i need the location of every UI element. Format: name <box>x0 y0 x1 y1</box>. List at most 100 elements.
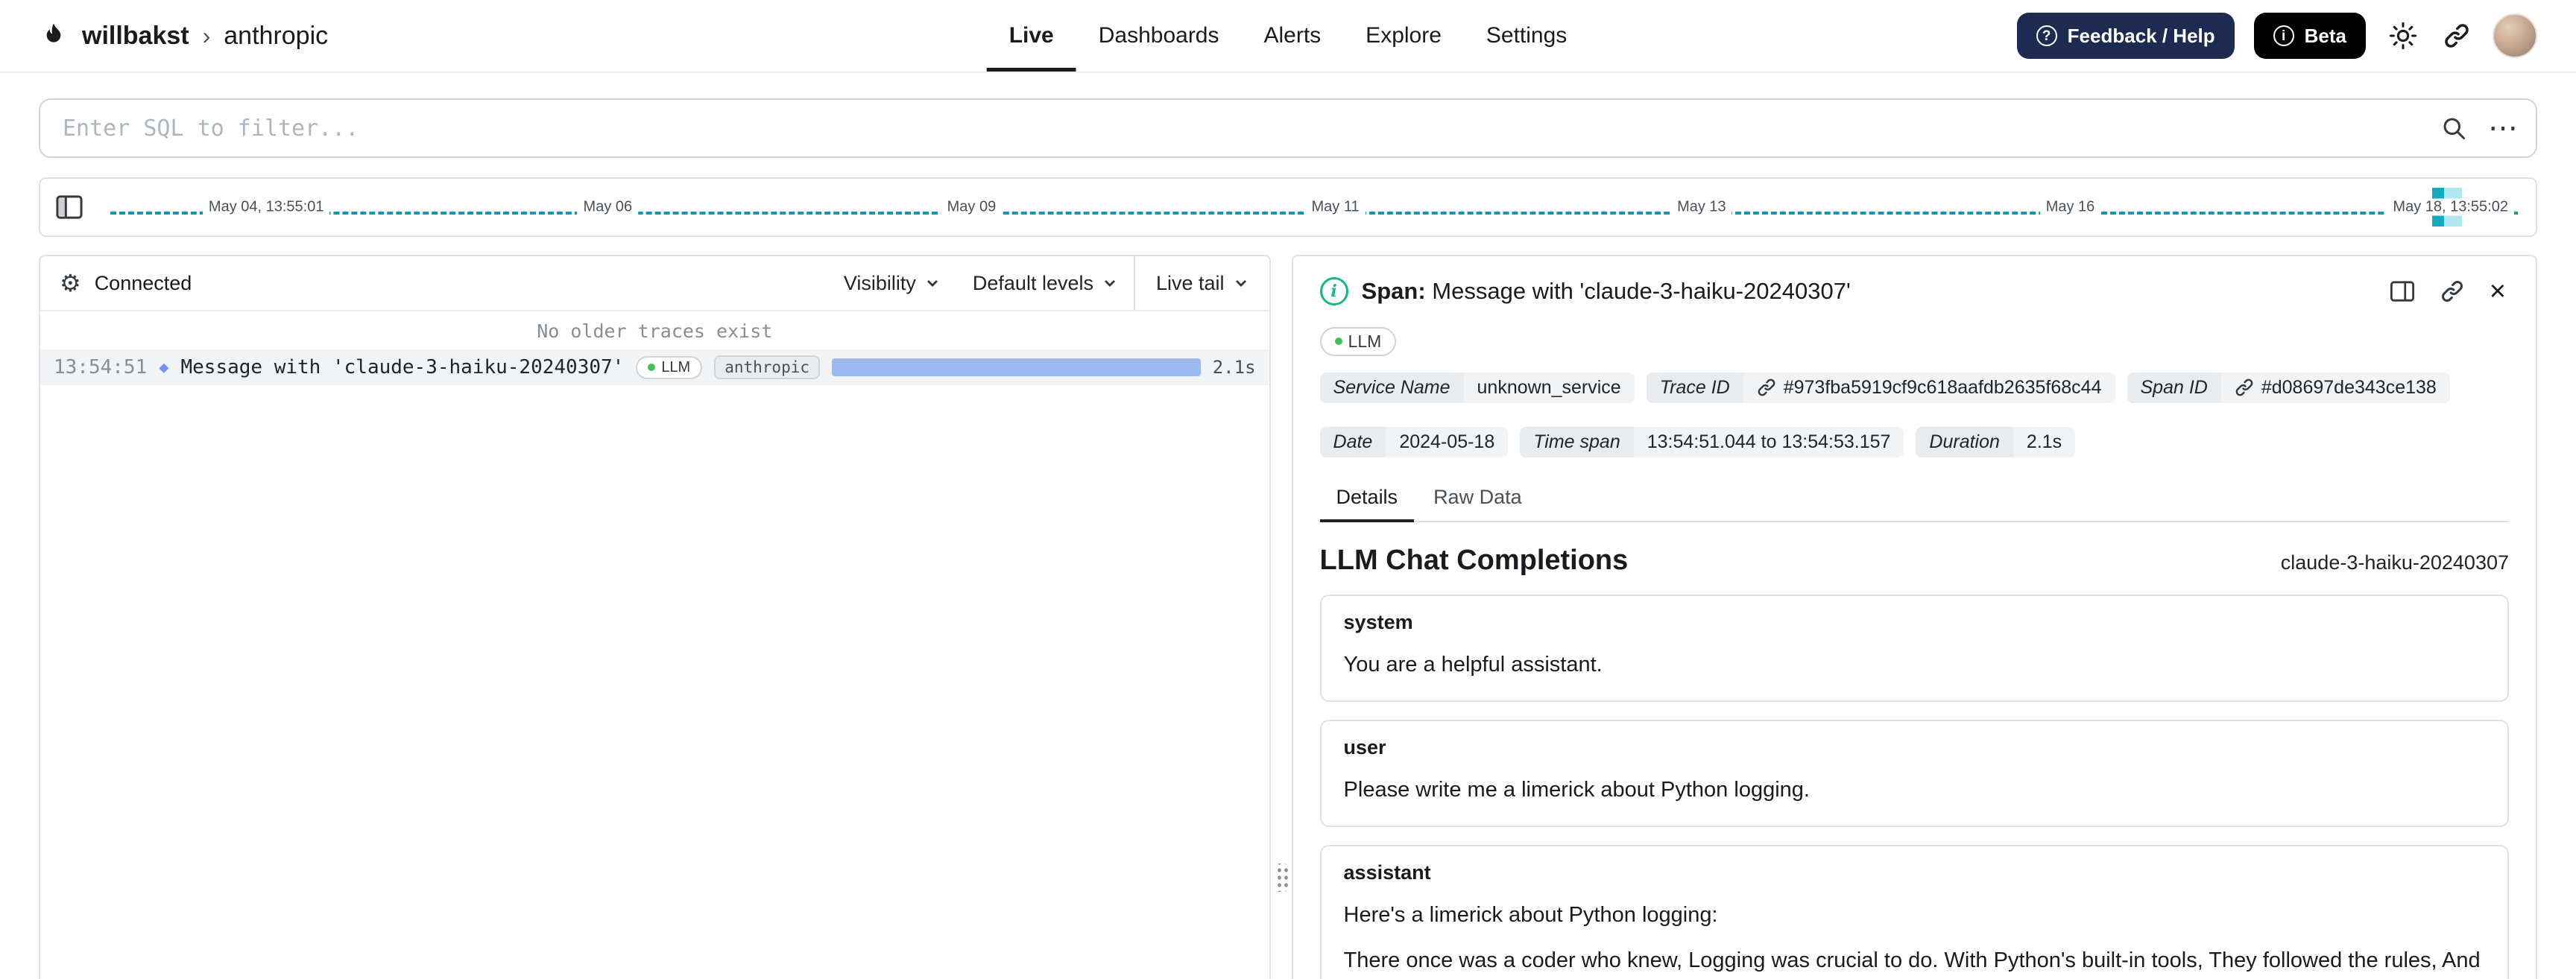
search-submit-button[interactable] <box>2437 112 2470 145</box>
breadcrumb-org[interactable]: willbakst <box>82 22 189 51</box>
timeline-tick: May 13 <box>1671 198 1732 216</box>
timeline-tick: May 11 <box>1305 198 1366 216</box>
nav-item-dashboards[interactable]: Dashboards <box>1076 0 1242 72</box>
live-tail-label: Live tail <box>1155 271 1225 294</box>
timeline-tick: May 06 <box>577 198 639 216</box>
nav-item-live[interactable]: Live <box>987 0 1076 72</box>
span-properties: Service Name unknown_service Trace ID #9… <box>1319 372 2509 457</box>
beta-label: Beta <box>2304 24 2346 47</box>
green-dot-icon <box>648 364 656 371</box>
message-role: assistant <box>1343 861 1431 884</box>
panel-columns-icon <box>2390 281 2414 302</box>
search-actions: ⋯ <box>2437 98 2522 158</box>
visibility-dropdown[interactable]: Visibility <box>827 256 956 310</box>
llm-badge: LLM <box>1319 326 1397 356</box>
span-title-text: Message with 'claude-3-haiku-20240307' <box>1432 278 1851 304</box>
feedback-help-label: Feedback / Help <box>2067 24 2215 47</box>
chevron-down-icon <box>1235 280 1246 287</box>
ellipsis-icon: ⋯ <box>2488 112 2519 145</box>
gear-icon[interactable]: ⚙ <box>60 271 81 295</box>
top-bar-actions: ? Feedback / Help i Beta <box>2016 13 2537 59</box>
message-card-user: user Please write me a limerick about Py… <box>1319 719 2509 827</box>
user-avatar[interactable] <box>2493 13 2537 58</box>
trace-id-value: #973fba5919cf9c618aafdb2635f68c44 <box>1783 376 2102 398</box>
search-bar: ⋯ <box>39 98 2537 158</box>
breadcrumb: willbakst › anthropic <box>39 21 328 51</box>
link-icon <box>2441 281 2463 302</box>
provider-badge: anthropic <box>714 355 821 379</box>
close-panel-button[interactable]: × <box>2487 274 2509 308</box>
trace-timestamp: 13:54:51 <box>54 356 148 378</box>
info-icon: i <box>1319 277 1348 305</box>
side-panel-button[interactable] <box>2387 277 2418 305</box>
traces-panel: ⚙ Connected Visibility Default levels Li… <box>39 255 1271 979</box>
llm-section-header: LLM Chat Completions claude-3-haiku-2024… <box>1320 545 2509 577</box>
property-label: Span ID <box>2127 372 2221 403</box>
connection-status: Connected <box>94 271 192 294</box>
trace-message: Message with 'claude-3-haiku-20240307' <box>180 356 625 378</box>
share-link-button[interactable] <box>2440 19 2473 52</box>
copy-link-button[interactable] <box>2437 276 2467 306</box>
span-id-value: #d08697de343ce138 <box>2261 376 2437 398</box>
message-content: Here's a limerick about Python logging: <box>1343 902 1718 927</box>
trace-id-property[interactable]: Trace ID #973fba5919cf9c618aafdb2635f68c… <box>1646 372 2115 403</box>
no-older-traces-notice: No older traces exist <box>537 320 773 342</box>
nav-item-alerts[interactable]: Alerts <box>1241 0 1343 72</box>
live-tail-dropdown[interactable]: Live tail <box>1133 256 1269 310</box>
model-name: claude-3-haiku-20240307 <box>2280 551 2509 574</box>
property-value: 2.1s <box>2012 426 2076 457</box>
nav-item-explore[interactable]: Explore <box>1343 0 1464 72</box>
search-more-button[interactable]: ⋯ <box>2485 110 2522 146</box>
drag-handle-icon[interactable] <box>1274 863 1288 892</box>
property-label: Time span <box>1520 426 1634 457</box>
tab-details[interactable]: Details <box>1319 477 1415 522</box>
property-value: #973fba5919cf9c618aafdb2635f68c44 <box>1743 372 2115 403</box>
theme-toggle-button[interactable] <box>2385 18 2421 54</box>
date-property: Date 2024-05-18 <box>1319 426 1509 457</box>
trace-duration: 2.1s <box>1212 357 1256 378</box>
span-id-property[interactable]: Span ID #d08697de343ce138 <box>2127 372 2450 403</box>
timeline-tick: May 16 <box>2039 198 2101 216</box>
chevron-right-icon: › <box>202 22 211 49</box>
message-card-assistant: assistant Here's a limerick about Python… <box>1319 844 2509 979</box>
panel-splitter[interactable] <box>1271 255 1292 979</box>
link-icon <box>1758 378 1775 396</box>
property-label: Trace ID <box>1646 372 1743 403</box>
span-details-panel: i Span: Message with 'claude-3-haiku-202… <box>1291 255 2537 979</box>
search-icon <box>2443 118 2465 139</box>
breadcrumb-project[interactable]: anthropic <box>224 22 328 51</box>
span-header: i Span: Message with 'claude-3-haiku-202… <box>1319 274 2509 308</box>
span-title: Span: Message with 'claude-3-haiku-20240… <box>1362 278 1851 305</box>
message-card-system: system You are a helpful assistant. <box>1319 594 2509 702</box>
duration-property: Duration 2.1s <box>1916 426 2076 457</box>
message-content: Please write me a limerick about Python … <box>1343 777 1810 802</box>
property-value: unknown_service <box>1463 372 1635 403</box>
sql-filter-input[interactable] <box>39 98 2537 158</box>
section-title: LLM Chat Completions <box>1319 544 1629 576</box>
beta-button[interactable]: i Beta <box>2253 13 2366 59</box>
close-icon: × <box>2489 276 2506 307</box>
default-levels-dropdown[interactable]: Default levels <box>956 256 1134 310</box>
visibility-label: Visibility <box>843 271 916 294</box>
property-value: #d08697de343ce138 <box>2220 372 2450 403</box>
service-name-property: Service Name unknown_service <box>1319 372 1635 403</box>
llm-badge: LLM <box>636 355 703 379</box>
property-label: Date <box>1319 426 1386 457</box>
time-span-property: Time span 13:54:51.044 to 13:54:53.157 <box>1520 426 1904 457</box>
sidebar-toggle-button[interactable] <box>52 191 86 223</box>
tab-raw-data[interactable]: Raw Data <box>1417 477 1538 522</box>
llm-badge-label: LLM <box>661 358 691 376</box>
property-value: 13:54:51.044 to 13:54:53.157 <box>1633 426 1904 457</box>
nav-item-settings[interactable]: Settings <box>1464 0 1589 72</box>
timeline-tick: May 04, 13:55:01 <box>202 198 330 216</box>
green-dot-icon <box>1334 338 1342 345</box>
duration-bar <box>832 358 1201 376</box>
feedback-help-button[interactable]: ? Feedback / Help <box>2016 13 2235 59</box>
span-badge-row: LLM <box>1319 323 2509 356</box>
trace-row[interactable]: 13:54:51 ◆ Message with 'claude-3-haiku-… <box>40 349 1269 385</box>
timeline-tick: May 18, 13:55:02 <box>2387 198 2514 216</box>
timeline-track[interactable]: May 04, 13:55:01 May 06 May 09 May 11 Ma… <box>98 179 2524 235</box>
span-diamond-icon: ◆ <box>159 358 169 377</box>
app-logo-icon[interactable] <box>39 21 69 51</box>
panel-left-icon <box>56 195 83 219</box>
